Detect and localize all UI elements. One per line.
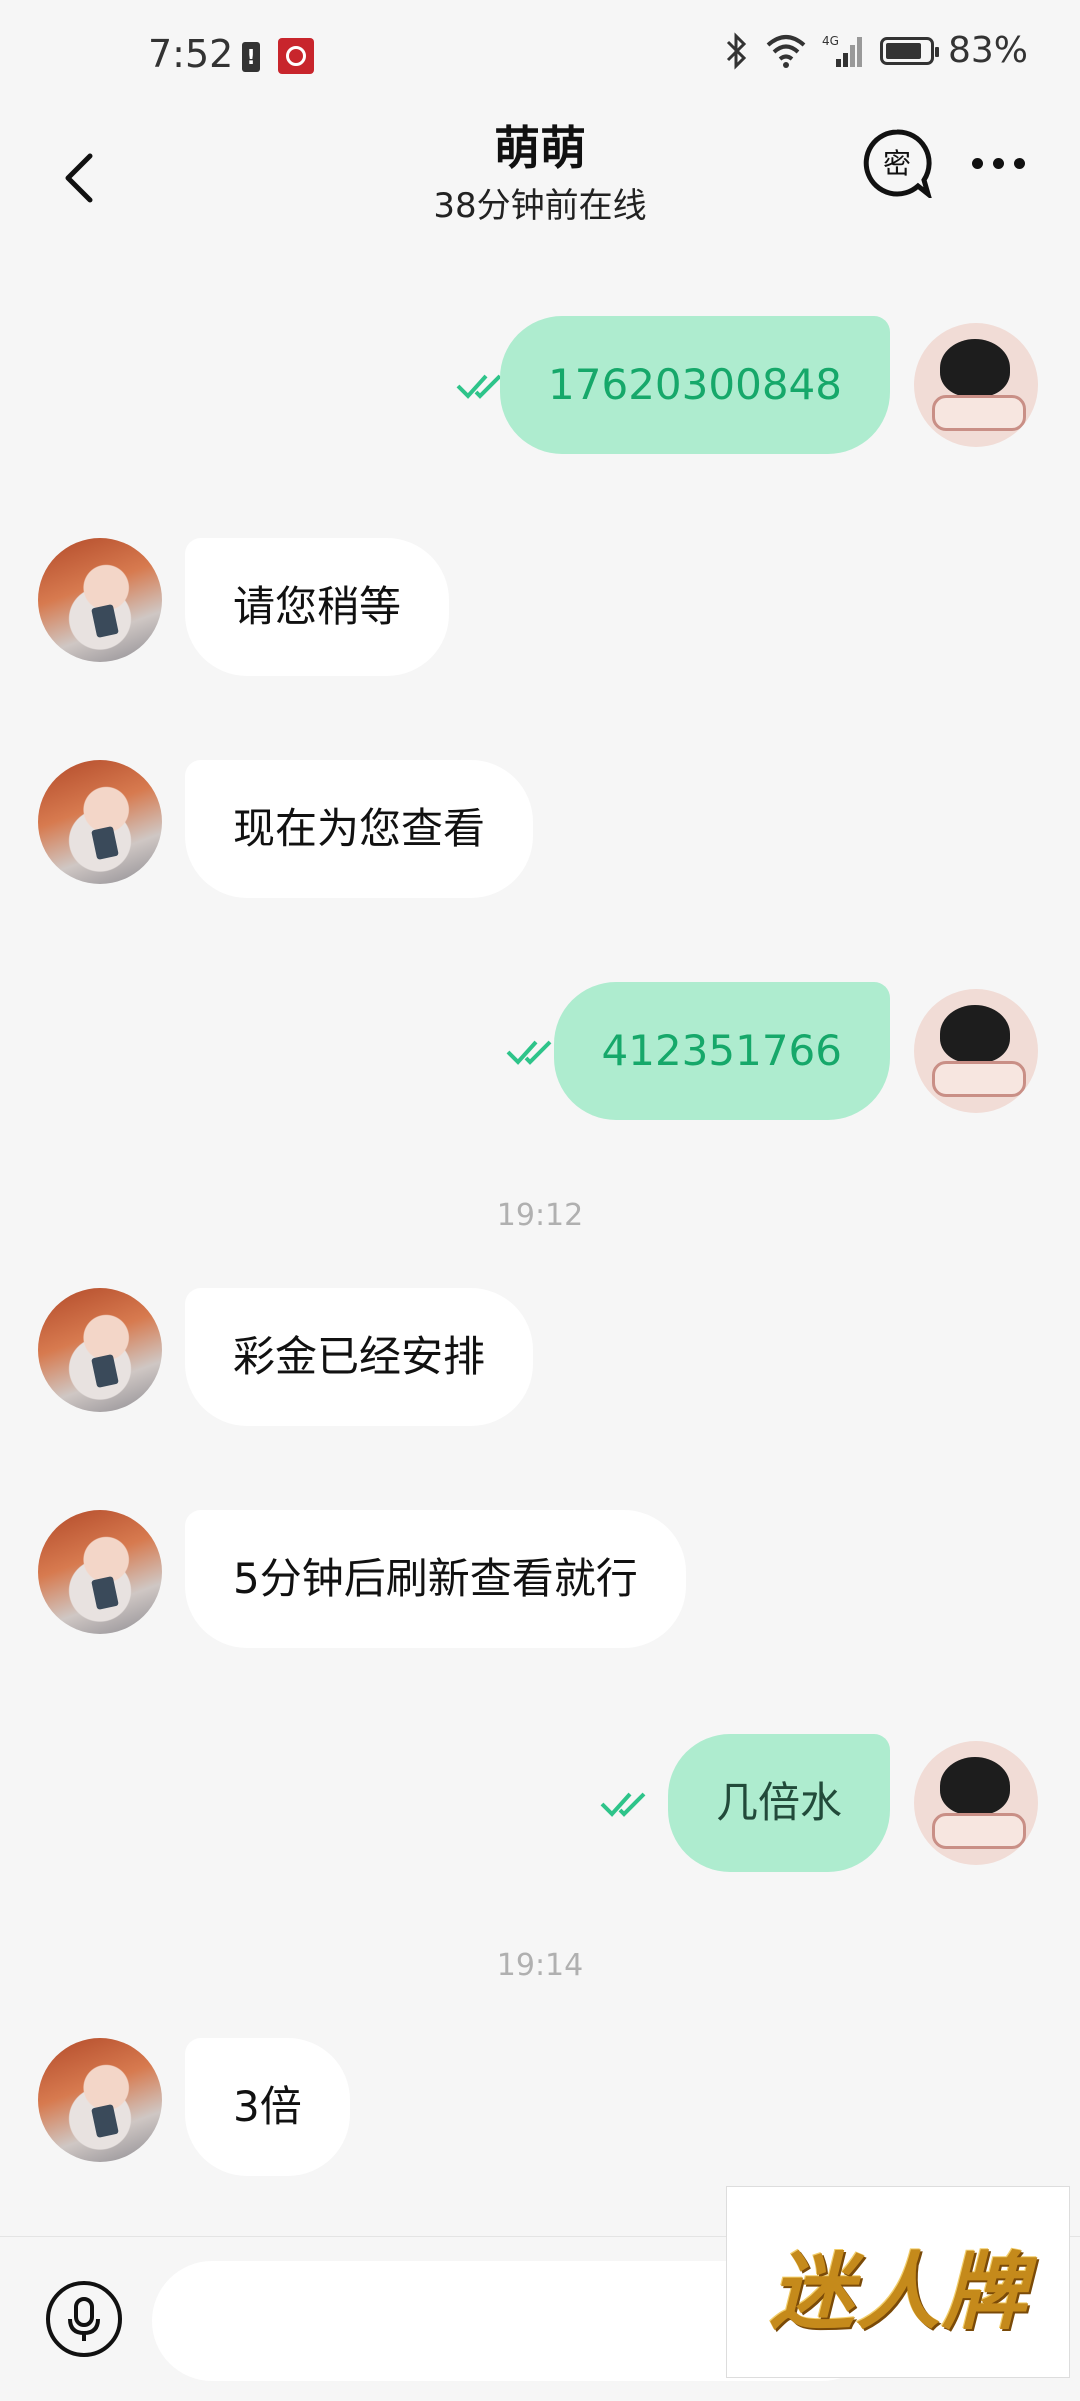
message-row: 请您稍等 — [0, 538, 1080, 676]
message-bubble-outgoing[interactable]: 17620300848 — [500, 316, 890, 454]
contact-avatar[interactable] — [38, 1288, 162, 1412]
bank-app-icon — [278, 38, 314, 74]
watermark-text: 迷人牌 — [769, 2242, 1028, 2341]
voice-input-button[interactable] — [46, 2281, 122, 2357]
message-row: 现在为您查看 — [0, 760, 1080, 898]
secret-chat-label: 密 — [883, 147, 911, 180]
battery-icon — [879, 36, 939, 65]
read-double-check-icon — [600, 1792, 646, 1817]
my-avatar[interactable] — [914, 323, 1038, 447]
alert-icon: ! — [242, 42, 260, 72]
message-row: 3倍 — [0, 2038, 1080, 2176]
message-bubble-outgoing[interactable]: 几倍水 — [667, 1734, 890, 1872]
read-double-check-icon — [506, 1040, 552, 1065]
message-bubble-incoming[interactable]: 3倍 — [185, 2038, 350, 2176]
message-bubble-incoming[interactable]: 彩金已经安排 — [185, 1288, 534, 1426]
message-list[interactable]: 17620300848 请您稍等 现在为您查看 412351766 19:12 … — [0, 236, 1080, 2234]
bluetooth-icon — [726, 31, 747, 70]
chat-header: 萌萌 38分钟前在线 密 — [0, 112, 1080, 236]
watermark-logo: 迷人牌 — [726, 2186, 1070, 2378]
wifi-icon — [766, 34, 806, 68]
my-avatar[interactable] — [914, 1741, 1038, 1865]
microphone-icon — [68, 2297, 100, 2341]
contact-avatar[interactable] — [38, 1510, 162, 1634]
message-bubble-incoming[interactable]: 请您稍等 — [185, 538, 450, 676]
dot-icon — [972, 157, 983, 169]
contact-avatar[interactable] — [38, 2038, 162, 2162]
message-row: 几倍水 — [0, 1734, 1080, 1872]
timestamp-separator: 19:14 — [496, 1948, 584, 1983]
network-type: 4G — [822, 34, 839, 48]
contact-avatar[interactable] — [38, 760, 162, 884]
battery-level — [885, 42, 921, 59]
my-avatar[interactable] — [914, 989, 1038, 1113]
status-icons: 4G 83% — [724, 30, 1028, 71]
dot-icon — [993, 157, 1004, 169]
battery-percent: 83% — [947, 30, 1028, 71]
dot-icon — [1014, 157, 1025, 169]
more-options-button[interactable] — [972, 148, 1028, 178]
message-bubble-outgoing[interactable]: 412351766 — [553, 982, 890, 1120]
message-row: 彩金已经安排 — [0, 1288, 1080, 1426]
message-row: 5分钟后刷新查看就行 — [0, 1510, 1080, 1648]
contact-avatar[interactable] — [38, 538, 162, 662]
timestamp-separator: 19:12 — [496, 1198, 584, 1233]
cellular-signal-icon: 4G — [822, 34, 862, 67]
status-bar: 7:52 ! 4G 83% — [0, 0, 1080, 112]
message-bubble-incoming[interactable]: 现在为您查看 — [185, 760, 534, 898]
status-time: 7:52 — [148, 32, 234, 76]
message-row: 17620300848 — [0, 316, 1080, 454]
message-bubble-incoming[interactable]: 5分钟后刷新查看就行 — [185, 1510, 686, 1648]
secret-chat-icon[interactable]: 密 — [862, 128, 932, 198]
message-row: 412351766 — [0, 982, 1080, 1120]
